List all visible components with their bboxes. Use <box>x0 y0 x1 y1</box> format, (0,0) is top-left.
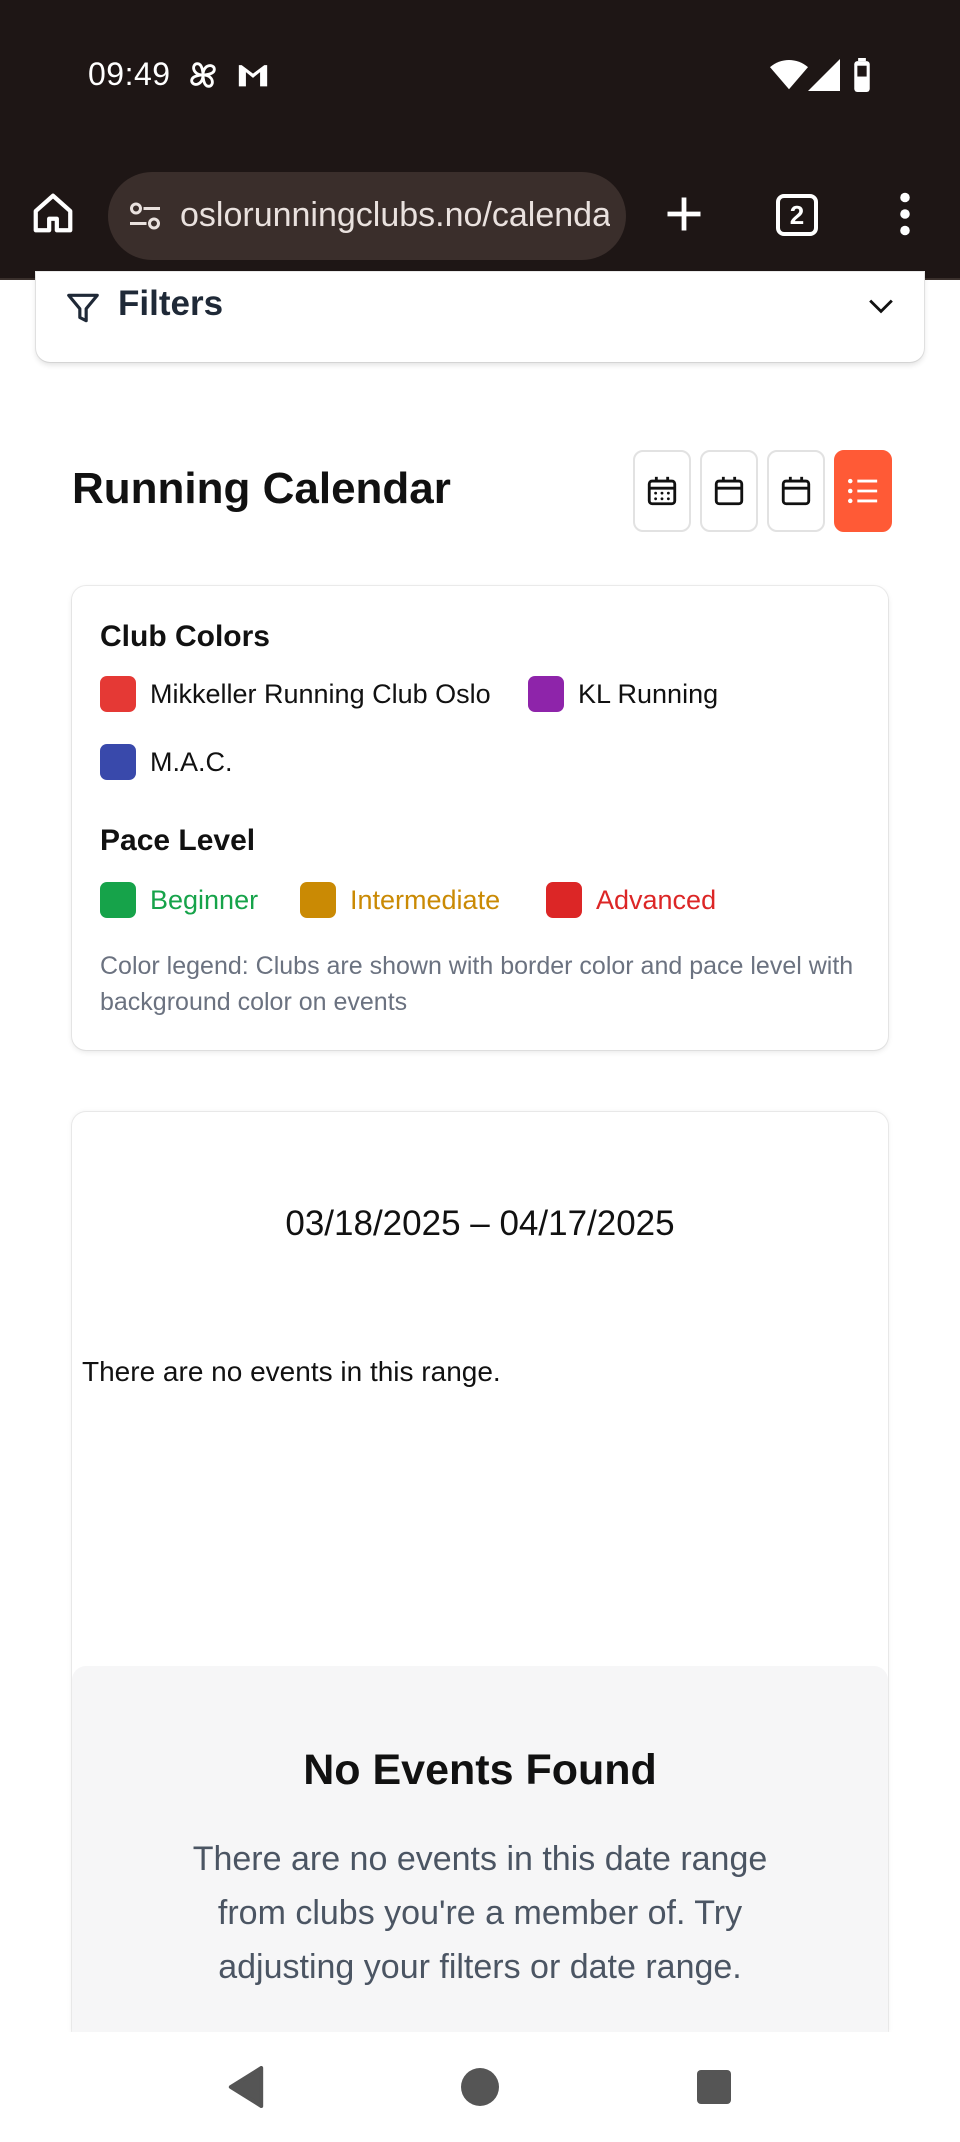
pace-legend-item: Advanced <box>546 882 716 918</box>
color-swatch <box>100 676 136 712</box>
filters-label: Filters <box>118 284 224 323</box>
chevron-down-icon[interactable] <box>868 296 894 321</box>
club-colors-title: Club Colors <box>100 620 270 653</box>
color-legend: Club Colors Mikkeller Running Club Oslo … <box>72 586 888 1050</box>
filter-icon <box>64 288 102 333</box>
calendar-grid-icon <box>647 476 677 506</box>
calendar-icon <box>714 476 744 506</box>
new-tab-icon[interactable] <box>662 192 706 241</box>
club-name: Mikkeller Running Club Oslo <box>150 678 491 709</box>
pace-name: Intermediate <box>350 884 501 915</box>
pace-name: Advanced <box>596 884 717 915</box>
status-bar: 09:49 <box>0 0 960 150</box>
calendar-list-view: 03/18/2025 – 04/17/2025 There are no eve… <box>72 1112 888 2032</box>
back-icon[interactable] <box>226 2066 266 2113</box>
more-menu-icon[interactable] <box>898 192 912 241</box>
club-legend-item: KL Running <box>528 676 718 712</box>
signal-icon <box>808 58 840 97</box>
gmail-icon <box>236 58 270 97</box>
color-swatch <box>300 882 336 918</box>
pace-legend-item: Beginner <box>100 882 258 918</box>
site-settings-icon[interactable] <box>126 198 164 239</box>
club-legend-item: Mikkeller Running Club Oslo <box>100 676 491 712</box>
system-navigation-bar <box>0 2032 960 2142</box>
legend-note: Color legend: Clubs are shown with borde… <box>100 952 854 1016</box>
recents-icon[interactable] <box>696 2066 732 2113</box>
tab-switcher-button[interactable]: 2 <box>776 194 818 236</box>
pace-level-title: Pace Level <box>100 824 256 857</box>
no-events-message: There are no events in this range. <box>82 1356 501 1387</box>
club-name: KL Running <box>578 678 719 709</box>
color-swatch <box>528 676 564 712</box>
calendar-icon <box>781 476 811 506</box>
url-text: oslorunningclubs.no/calendar <box>180 196 610 234</box>
pace-legend-item: Intermediate <box>300 882 500 918</box>
home-nav-icon[interactable] <box>460 2066 500 2113</box>
browser-toolbar: oslorunningclubs.no/calendar 2 <box>0 150 960 280</box>
wifi-icon <box>770 58 808 97</box>
club-legend-item: M.A.C. <box>100 744 233 780</box>
empty-state-heading: No Events Found <box>303 1746 657 1794</box>
club-name: M.A.C. <box>150 746 233 777</box>
page-title: Running Calendar <box>72 464 451 513</box>
list-view-button[interactable] <box>834 450 892 532</box>
day-view-button[interactable] <box>767 450 825 532</box>
color-swatch <box>100 882 136 918</box>
status-time: 09:49 <box>88 56 171 92</box>
pinwheel-icon <box>186 58 220 97</box>
pace-name: Beginner <box>150 884 259 915</box>
list-icon <box>847 478 878 504</box>
color-swatch <box>100 744 136 780</box>
address-bar[interactable]: oslorunningclubs.no/calendar <box>108 172 626 260</box>
filters-panel[interactable]: Filters <box>36 272 924 362</box>
home-icon[interactable] <box>30 190 76 241</box>
week-view-button[interactable] <box>700 450 758 532</box>
month-view-button[interactable] <box>633 450 691 532</box>
empty-state: No Events Found There are no events in t… <box>72 1666 888 2032</box>
battery-icon <box>852 58 872 97</box>
color-swatch <box>546 882 582 918</box>
empty-state-message: There are no events in this date range f… <box>192 1840 768 1986</box>
date-range-title: 03/18/2025 – 04/17/2025 <box>285 1204 675 1243</box>
